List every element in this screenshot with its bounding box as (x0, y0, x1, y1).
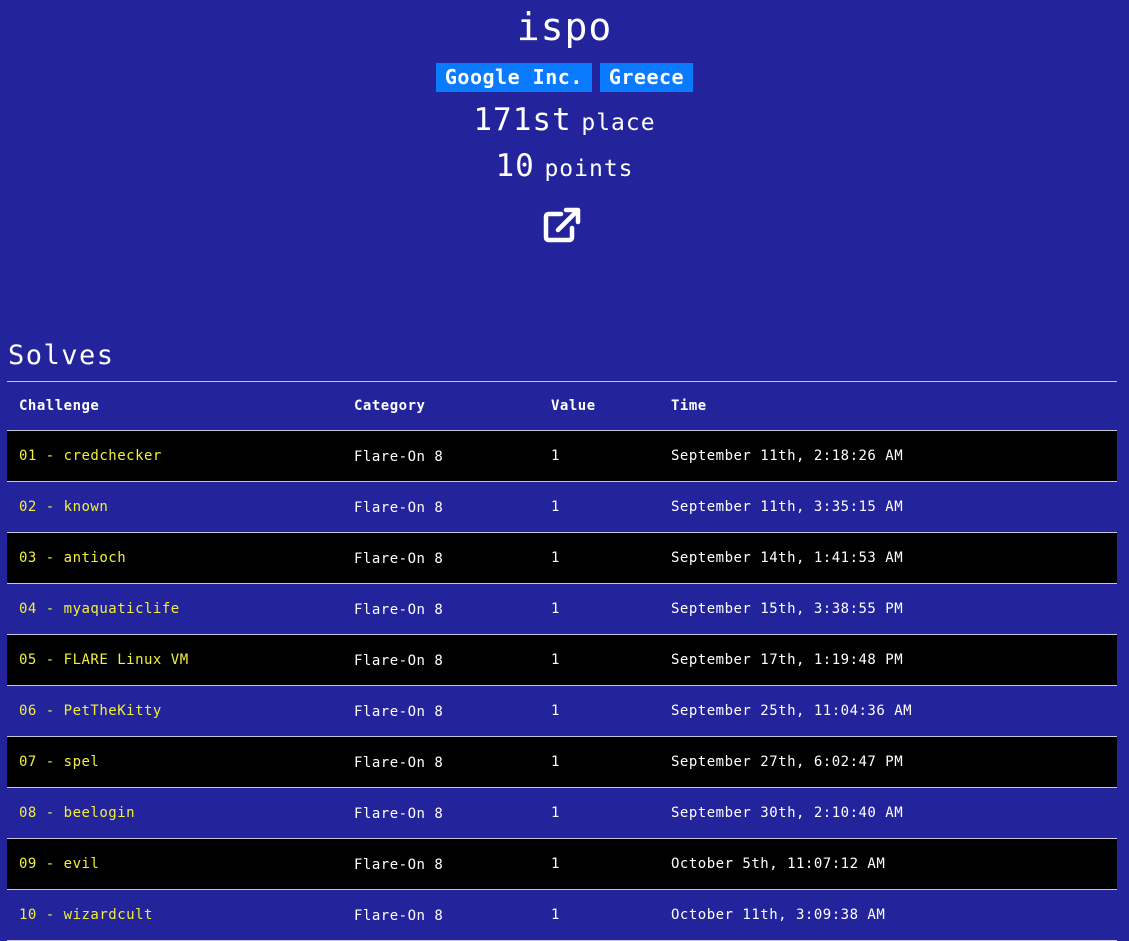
challenge-link[interactable]: 03 - antioch (19, 550, 126, 566)
table-row: 03 - antioch Flare-On 8 1 September 14th… (7, 532, 1117, 584)
table-header-row: Challenge Category Value Time (7, 381, 1117, 431)
challenge-link[interactable]: 05 - FLARE Linux VM (19, 652, 189, 668)
challenge-link[interactable]: 09 - evil (19, 856, 99, 872)
challenge-cell: 06 - PetTheKitty (7, 685, 342, 737)
challenge-link[interactable]: 04 - myaquaticlife (19, 601, 180, 617)
category-cell: Flare-On 8 (342, 481, 539, 533)
table-row: 10 - wizardcult Flare-On 8 1 October 11t… (7, 889, 1117, 941)
value-cell: 1 (539, 685, 659, 737)
value-cell: 1 (539, 430, 659, 482)
value-cell: 1 (539, 583, 659, 635)
country-badge: Greece (599, 63, 694, 92)
solves-table: Challenge Category Value Time 01 - credc… (7, 381, 1117, 941)
points-line: 10 points (0, 146, 1129, 191)
category-cell: Flare-On 8 (342, 583, 539, 635)
challenge-link[interactable]: 10 - wizardcult (19, 907, 153, 923)
category-cell: Flare-On 8 (342, 634, 539, 686)
time-cell: September 25th, 11:04:36 AM (659, 685, 1117, 737)
table-row: 08 - beelogin Flare-On 8 1 September 30t… (7, 787, 1117, 839)
column-header-category: Category (342, 381, 539, 431)
table-row: 09 - evil Flare-On 8 1 October 5th, 11:0… (7, 838, 1117, 890)
challenge-link[interactable]: 08 - beelogin (19, 805, 135, 821)
challenge-cell: 05 - FLARE Linux VM (7, 634, 342, 686)
category-cell: Flare-On 8 (342, 532, 539, 584)
time-cell: September 11th, 2:18:26 AM (659, 430, 1117, 482)
table-row: 07 - spel Flare-On 8 1 September 27th, 6… (7, 736, 1117, 788)
value-cell: 1 (539, 838, 659, 890)
challenge-cell: 08 - beelogin (7, 787, 342, 839)
challenge-cell: 09 - evil (7, 838, 342, 890)
time-cell: October 11th, 3:09:38 AM (659, 889, 1117, 941)
time-cell: September 14th, 1:41:53 AM (659, 532, 1117, 584)
value-cell: 1 (539, 787, 659, 839)
time-cell: September 11th, 3:35:15 AM (659, 481, 1117, 533)
challenge-cell: 02 - known (7, 481, 342, 533)
column-header-value: Value (539, 381, 659, 431)
category-cell: Flare-On 8 (342, 838, 539, 890)
table-row: 04 - myaquaticlife Flare-On 8 1 Septembe… (7, 583, 1117, 635)
solves-heading: Solves (8, 340, 115, 371)
value-cell: 1 (539, 889, 659, 941)
place-value: 171st (473, 102, 572, 138)
table-row: 05 - FLARE Linux VM Flare-On 8 1 Septemb… (7, 634, 1117, 686)
affiliation-badge: Google Inc. (435, 63, 592, 92)
time-cell: September 30th, 2:10:40 AM (659, 787, 1117, 839)
value-cell: 1 (539, 736, 659, 788)
category-cell: Flare-On 8 (342, 430, 539, 482)
points-value: 10 (495, 148, 535, 184)
time-cell: September 15th, 3:38:55 PM (659, 583, 1117, 635)
table-row: 01 - credchecker Flare-On 8 1 September … (7, 430, 1117, 482)
challenge-cell: 10 - wizardcult (7, 889, 342, 941)
time-cell: October 5th, 11:07:12 AM (659, 838, 1117, 890)
challenge-cell: 04 - myaquaticlife (7, 583, 342, 635)
external-link-icon-graphic (543, 207, 581, 243)
value-cell: 1 (539, 634, 659, 686)
place-line: 171st place (0, 100, 1129, 145)
challenge-link[interactable]: 02 - known (19, 499, 108, 515)
challenge-cell: 03 - antioch (7, 532, 342, 584)
column-header-time: Time (659, 381, 1117, 431)
user-badges: Google Inc. Greece (0, 63, 1129, 92)
points-label: points (544, 156, 634, 182)
category-cell: Flare-On 8 (342, 889, 539, 941)
challenge-link[interactable]: 07 - spel (19, 754, 99, 770)
user-name: ispo (516, 5, 613, 49)
column-header-challenge: Challenge (7, 381, 342, 431)
challenge-cell: 07 - spel (7, 736, 342, 788)
table-row: 06 - PetTheKitty Flare-On 8 1 September … (7, 685, 1117, 737)
value-cell: 1 (539, 532, 659, 584)
category-cell: Flare-On 8 (342, 685, 539, 737)
time-cell: September 17th, 1:19:48 PM (659, 634, 1117, 686)
value-cell: 1 (539, 481, 659, 533)
table-row: 02 - known Flare-On 8 1 September 11th, … (7, 481, 1117, 533)
challenge-cell: 01 - credchecker (7, 430, 342, 482)
place-label: place (581, 110, 656, 136)
time-cell: September 27th, 6:02:47 PM (659, 736, 1117, 788)
category-cell: Flare-On 8 (342, 736, 539, 788)
challenge-link[interactable]: 01 - credchecker (19, 448, 162, 464)
category-cell: Flare-On 8 (342, 787, 539, 839)
external-link-icon[interactable] (543, 207, 581, 243)
challenge-link[interactable]: 06 - PetTheKitty (19, 703, 162, 719)
